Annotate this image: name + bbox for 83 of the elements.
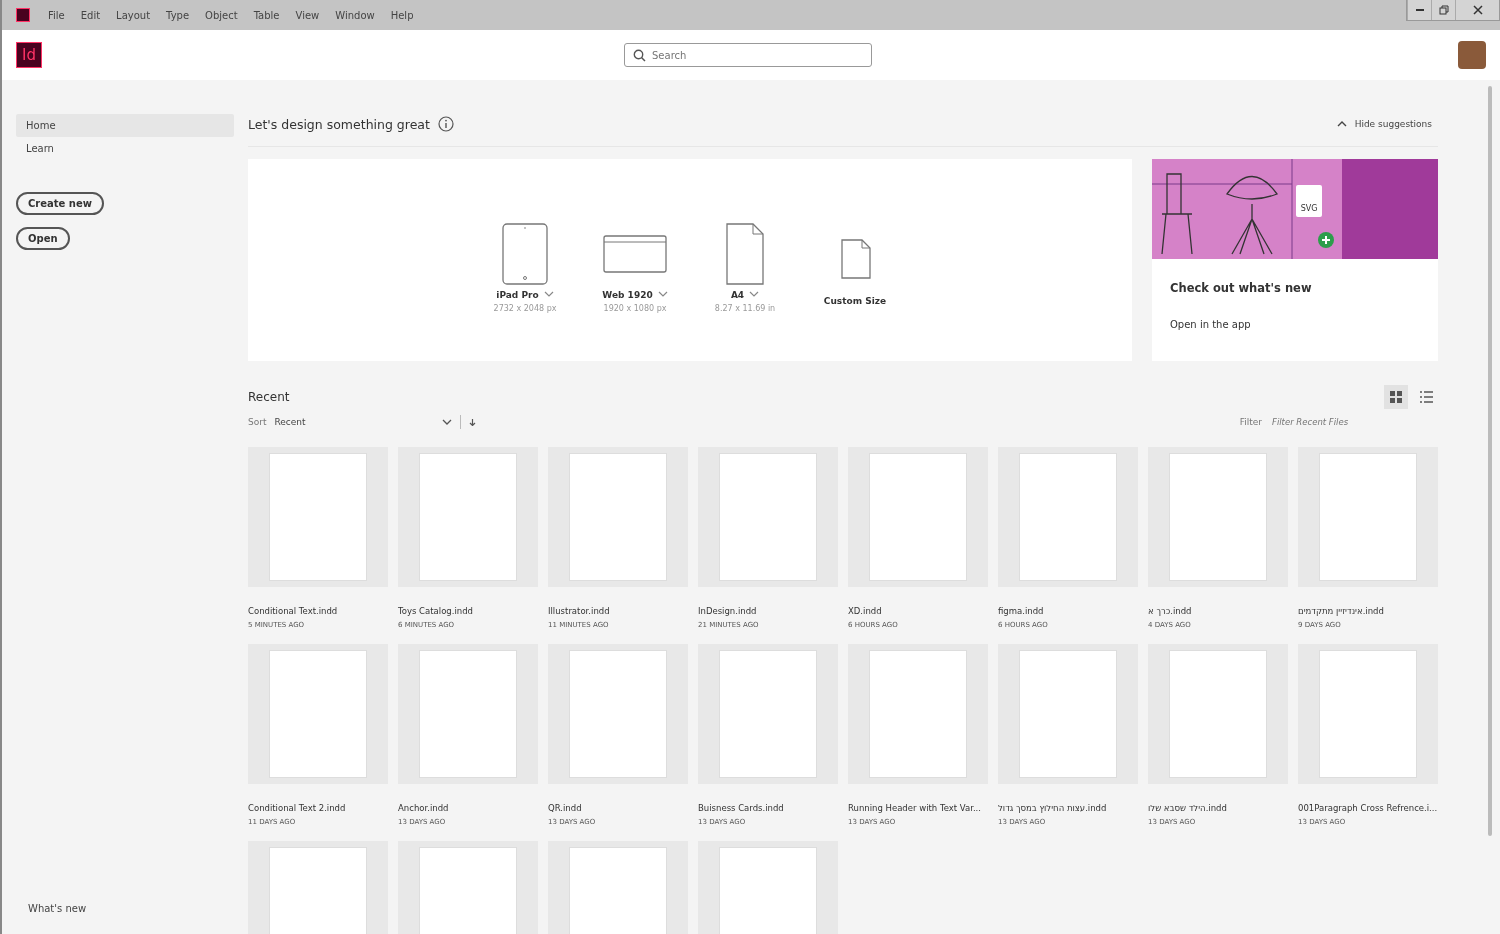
- file-name[interactable]: הילד שסבא שלו.indd: [1148, 802, 1227, 814]
- preset-name[interactable]: Custom Size: [823, 296, 887, 306]
- close-icon: [1472, 5, 1483, 15]
- file-thumbnail[interactable]: [998, 447, 1138, 587]
- file-name[interactable]: Toys Catalog.indd: [398, 605, 473, 617]
- file-name[interactable]: Conditional Text.indd: [248, 605, 338, 617]
- file-thumbnail[interactable]: [1298, 644, 1438, 784]
- open-button[interactable]: Open: [16, 227, 70, 250]
- file-thumbnail[interactable]: [248, 447, 388, 587]
- whats-new-link[interactable]: What's new: [16, 903, 234, 914]
- sort-direction-icon[interactable]: [469, 418, 477, 426]
- preset-name[interactable]: A4: [730, 289, 760, 300]
- file-thumbnail[interactable]: [398, 447, 538, 587]
- file-name[interactable]: Anchor.indd: [398, 802, 449, 814]
- file-name[interactable]: Conditional Text 2.indd: [248, 802, 346, 814]
- menu-item[interactable]: Edit: [72, 9, 109, 21]
- file-thumbnail[interactable]: [848, 644, 988, 784]
- file-name[interactable]: InDesign.indd: [698, 605, 757, 617]
- sort-dropdown[interactable]: Recent: [274, 417, 453, 427]
- menu-item[interactable]: File: [40, 9, 73, 21]
- search-icon: [633, 49, 646, 62]
- file-thumbnail[interactable]: [998, 644, 1138, 784]
- file-name[interactable]: QR.indd: [548, 802, 582, 814]
- scrollbar[interactable]: [1488, 86, 1492, 836]
- sort-label: Sort: [248, 417, 267, 427]
- search-field[interactable]: Search: [624, 43, 872, 67]
- file-name[interactable]: Illustrator.indd: [548, 605, 610, 617]
- open-in-app-link[interactable]: Open in the app: [1170, 319, 1438, 330]
- file-name[interactable]: Running Header with Text Var...: [848, 802, 981, 814]
- file-thumbnail[interactable]: [1148, 644, 1288, 784]
- app-logo[interactable]: Id: [16, 42, 42, 68]
- plus-icon: [1318, 232, 1334, 248]
- menu-item[interactable]: View: [287, 9, 328, 21]
- file-name[interactable]: עצות החילוץ במסך גדול.indd: [998, 802, 1107, 814]
- app-icon: [16, 8, 30, 22]
- file-thumbnail[interactable]: [548, 644, 688, 784]
- minimize-button[interactable]: [1407, 0, 1431, 20]
- preset-size: 8.27 x 11.69 in: [714, 303, 776, 313]
- file-name[interactable]: 001Paragraph Cross Refrence.i...: [1298, 802, 1438, 814]
- minimize-icon: [1415, 9, 1424, 11]
- grid-icon: [1390, 391, 1402, 403]
- file-name[interactable]: אינדיזיין מתקדמים.indd: [1298, 605, 1384, 617]
- file-thumbnail[interactable]: [698, 644, 838, 784]
- preset-size: 1920 x 1080 px: [603, 303, 667, 313]
- file-thumbnail[interactable]: [248, 644, 388, 784]
- preset-size: 2732 x 2048 px: [493, 303, 557, 313]
- menu-item[interactable]: Layout: [108, 9, 159, 21]
- filter-label: Filter: [1239, 417, 1262, 427]
- menu-item[interactable]: Help: [382, 9, 422, 21]
- menu-item[interactable]: Object: [197, 9, 246, 21]
- file-name[interactable]: כרך א.indd: [1148, 605, 1192, 617]
- file-thumbnail[interactable]: [1298, 447, 1438, 587]
- promo-title: Check out what's new: [1170, 281, 1313, 295]
- hide-suggestions-button[interactable]: Hide suggestions: [1330, 118, 1438, 130]
- list-icon: [1419, 391, 1433, 403]
- sidebar-item[interactable]: Learn: [16, 137, 234, 160]
- create-new-button[interactable]: Create new: [16, 192, 104, 215]
- chevron-up-icon: [1336, 120, 1347, 128]
- sidebar-item[interactable]: Home: [16, 114, 234, 137]
- restore-button[interactable]: [1431, 0, 1455, 20]
- info-icon[interactable]: [437, 116, 454, 132]
- file-name[interactable]: Buisness Cards.indd: [698, 802, 784, 814]
- preset-name[interactable]: Web 1920: [602, 289, 668, 300]
- file-name[interactable]: figma.indd: [998, 605, 1044, 617]
- menu-item[interactable]: Window: [327, 9, 383, 21]
- preset-name[interactable]: iPad Pro: [496, 289, 554, 300]
- filter-field[interactable]: Filter Recent Files: [1270, 416, 1438, 428]
- file-thumbnail[interactable]: [398, 644, 538, 784]
- avatar[interactable]: [1458, 41, 1486, 69]
- section-title: Recent: [248, 390, 290, 404]
- chevron-down-icon: [442, 418, 453, 426]
- section-title: Let's design something great: [248, 116, 430, 132]
- menu-item[interactable]: Table: [245, 9, 288, 21]
- file-thumbnail[interactable]: [548, 447, 688, 587]
- file-thumbnail[interactable]: [698, 447, 838, 587]
- file-thumbnail[interactable]: [848, 447, 988, 587]
- grid-view-button[interactable]: [1384, 385, 1408, 409]
- file-badge: SVG: [1296, 185, 1322, 217]
- file-thumbnail[interactable]: [1148, 447, 1288, 587]
- file-name[interactable]: XD.indd: [848, 605, 882, 617]
- close-button[interactable]: [1455, 0, 1499, 20]
- menu-item[interactable]: Type: [158, 9, 198, 21]
- restore-icon: [1438, 5, 1449, 15]
